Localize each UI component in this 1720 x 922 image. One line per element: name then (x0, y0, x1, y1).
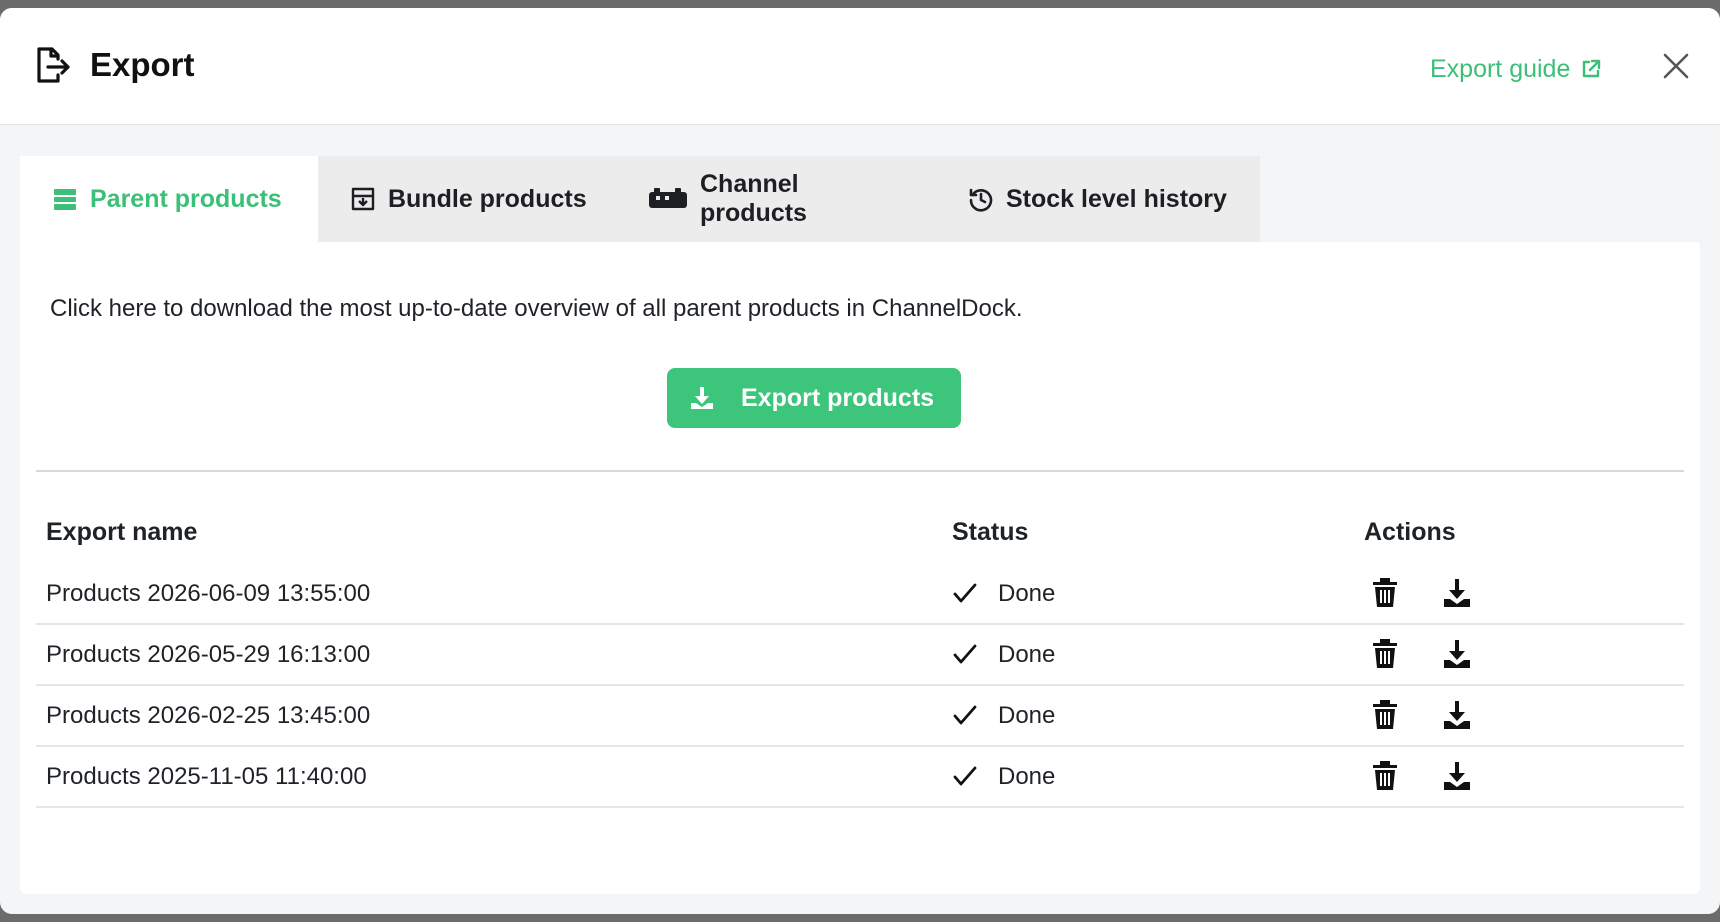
tab-label: Channel products (700, 170, 807, 227)
download-icon[interactable] (1442, 761, 1472, 791)
export-guide-label: Export guide (1430, 54, 1571, 83)
table-row: Products 2026-05-29 16:13:00 Done (36, 625, 1684, 686)
status-text: Done (998, 763, 1056, 790)
history-icon (969, 188, 993, 212)
tab-panel: Click here to download the most up-to-da… (20, 242, 1700, 894)
trash-icon[interactable] (1372, 639, 1398, 669)
status-text: Done (998, 702, 1056, 729)
check-icon (953, 705, 977, 725)
trash-icon[interactable] (1372, 761, 1398, 791)
download-icon[interactable] (1442, 700, 1472, 730)
export-guide-link[interactable]: Export guide (1430, 54, 1602, 84)
column-header-export-name: Export name (46, 518, 198, 546)
tab-label: Parent products (90, 184, 282, 213)
export-products-label: Export products (741, 383, 935, 412)
export-name: Products 2025-11-05 11:40:00 (46, 763, 367, 790)
check-icon (953, 766, 977, 786)
tab-label: Bundle products (388, 184, 587, 213)
divider (36, 470, 1684, 472)
download-icon (691, 387, 713, 409)
export-intro-text: Click here to download the most up-to-da… (50, 295, 1023, 322)
export-products-button[interactable]: Export products (667, 368, 961, 428)
close-icon[interactable] (1660, 50, 1692, 82)
layers-icon (54, 189, 76, 210)
tab-parent-products[interactable]: Parent products (20, 156, 318, 242)
status-text: Done (998, 580, 1056, 607)
export-modal: Export Export guide Parent products Bund… (0, 8, 1720, 914)
external-link-icon (1583, 59, 1601, 78)
tab-stock-level-history[interactable]: Stock level history (936, 156, 1260, 242)
tab-channel-products[interactable]: Channel products (620, 156, 936, 242)
export-tabs: Parent products Bundle products Channel … (20, 156, 1260, 242)
column-header-status: Status (952, 518, 1029, 546)
channel-icon (649, 188, 687, 208)
download-icon[interactable] (1442, 639, 1472, 669)
table-row: Products 2026-02-25 13:45:00 Done (36, 686, 1684, 747)
export-name: Products 2026-02-25 13:45:00 (46, 702, 371, 729)
tab-bundle-products[interactable]: Bundle products (318, 156, 620, 242)
download-icon[interactable] (1442, 578, 1472, 608)
check-icon (953, 644, 977, 664)
tab-label: Stock level history (1006, 184, 1227, 213)
export-table-body: Products 2026-06-09 13:55:00 Done Produc… (36, 564, 1684, 808)
table-row: Products 2025-11-05 11:40:00 Done (36, 747, 1684, 808)
modal-header: Export Export guide (0, 8, 1720, 125)
column-header-actions: Actions (1364, 518, 1456, 546)
trash-icon[interactable] (1372, 700, 1398, 730)
trash-icon[interactable] (1372, 578, 1398, 608)
table-row: Products 2026-06-09 13:55:00 Done (36, 564, 1684, 625)
status-text: Done (998, 641, 1056, 668)
file-export-icon (37, 47, 70, 83)
table-header: Export name Status Actions (36, 514, 1684, 554)
box-icon (351, 187, 375, 211)
export-name: Products 2026-05-29 16:13:00 (46, 641, 371, 668)
export-name: Products 2026-06-09 13:55:00 (46, 580, 371, 607)
modal-title: Export (90, 46, 195, 83)
check-icon (953, 583, 977, 603)
